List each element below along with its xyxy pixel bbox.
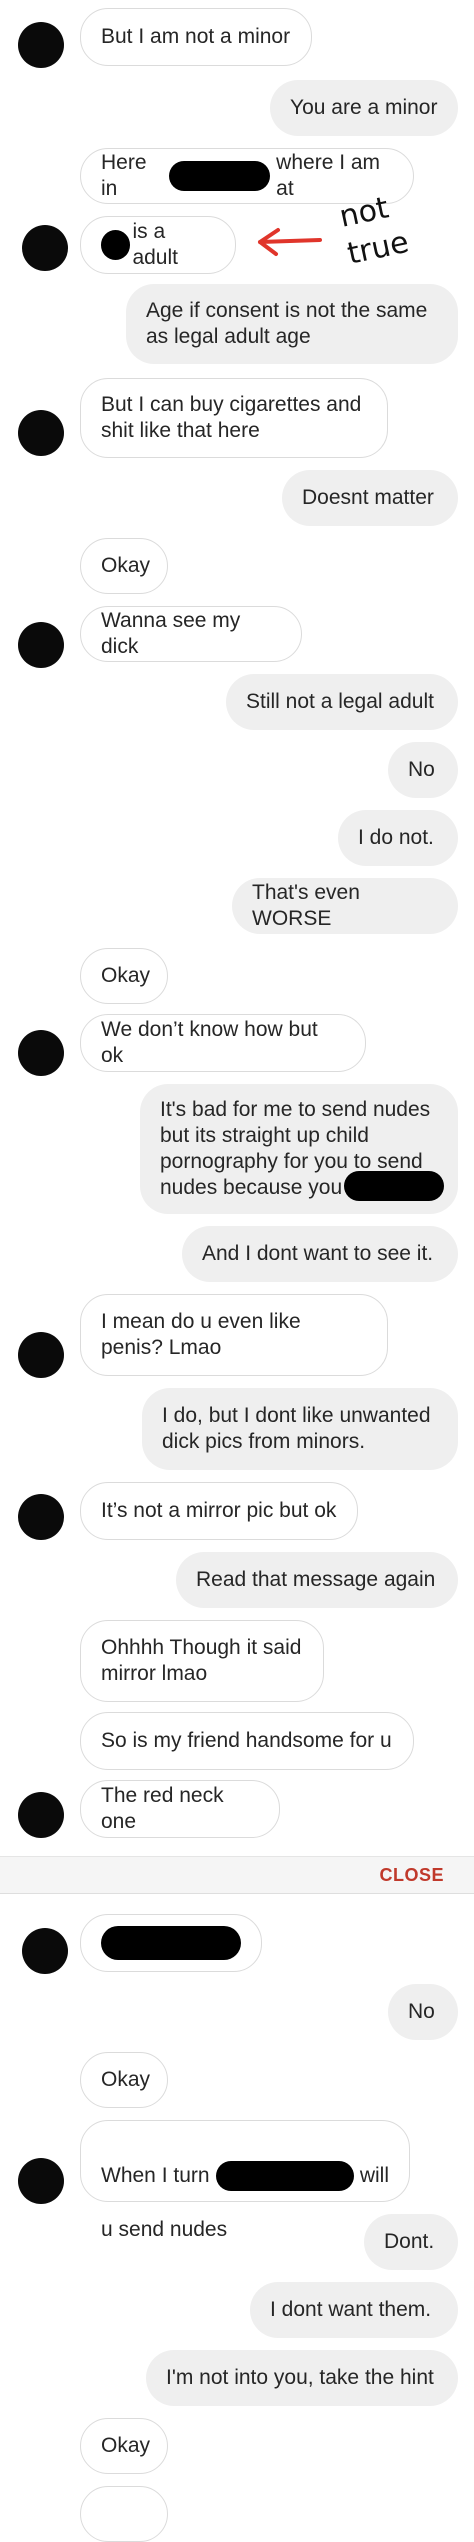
incoming-message-partial xyxy=(80,2486,168,2542)
incoming-message: But I am not a minor xyxy=(80,8,312,66)
redaction-mark xyxy=(215,2161,354,2191)
message-text: When I turn xyxy=(101,2164,210,2187)
redaction-mark xyxy=(101,230,131,260)
incoming-message: Okay xyxy=(80,948,168,1004)
redaction-mark xyxy=(101,1926,241,1960)
incoming-message: Okay xyxy=(80,2418,168,2474)
close-button[interactable]: CLOSE xyxy=(379,1865,444,1886)
incoming-message: So is my friend handsome for u xyxy=(80,1712,414,1770)
incoming-message: Wanna see my dick xyxy=(80,606,302,662)
incoming-message: Okay xyxy=(80,2052,168,2108)
outgoing-message: Read that message again xyxy=(176,1552,458,1608)
incoming-message: It’s not a mirror pic but ok xyxy=(80,1482,358,1540)
incoming-message: We don’t know how but ok xyxy=(80,1014,366,1072)
message-text: Here in xyxy=(101,151,147,200)
avatar xyxy=(18,2158,64,2204)
outgoing-message: I'm not into you, take the hint xyxy=(146,2350,458,2406)
outgoing-message: I dont want them. xyxy=(250,2282,458,2338)
outgoing-message: You are a minor xyxy=(270,80,458,136)
outgoing-message: Still not a legal adult xyxy=(226,674,458,730)
incoming-message: When I turn will u send nudes xyxy=(80,2120,410,2241)
avatar xyxy=(18,22,64,68)
red-arrow-icon xyxy=(258,228,322,256)
outgoing-message: I do, but I dont like unwanted dick pics… xyxy=(142,1388,458,1470)
outgoing-message: No xyxy=(388,742,458,798)
outgoing-message: No xyxy=(388,1984,458,2040)
incoming-message xyxy=(80,1914,262,1972)
incoming-message: I mean do u even like penis? Lmao xyxy=(80,1294,388,1376)
incoming-message: But I can buy cigarettes and shit like t… xyxy=(80,378,388,458)
message-text: will xyxy=(359,2164,389,2187)
avatar xyxy=(18,1332,64,1378)
outgoing-message: Doesnt matter xyxy=(282,470,458,526)
incoming-message: Okay xyxy=(80,538,168,594)
handwritten-annotation: not true xyxy=(258,192,412,272)
avatar xyxy=(18,1792,64,1838)
outgoing-message: I do not. xyxy=(338,810,458,866)
outgoing-message: Age if consent is not the same as legal … xyxy=(126,284,458,364)
outgoing-message: Dont. xyxy=(364,2214,458,2270)
avatar xyxy=(18,410,64,456)
avatar xyxy=(18,622,64,668)
redaction-mark xyxy=(344,1171,444,1201)
redaction-mark xyxy=(169,161,271,191)
avatar xyxy=(22,1928,68,1974)
incoming-message: Ohhhh Though it said mirror lmao xyxy=(80,1620,324,1702)
outgoing-message: That's even WORSE xyxy=(232,878,458,934)
avatar xyxy=(18,1494,64,1540)
avatar xyxy=(22,225,68,271)
viewer-toolbar: CLOSE xyxy=(0,1856,474,1894)
incoming-message: The red neck one xyxy=(80,1780,280,1838)
outgoing-message: And I dont want to see it. xyxy=(182,1226,458,1282)
avatar xyxy=(18,1030,64,1076)
message-text: is a adult xyxy=(132,220,178,269)
message-text: u send nudes xyxy=(101,2218,228,2241)
incoming-message: is a adult xyxy=(80,216,236,274)
